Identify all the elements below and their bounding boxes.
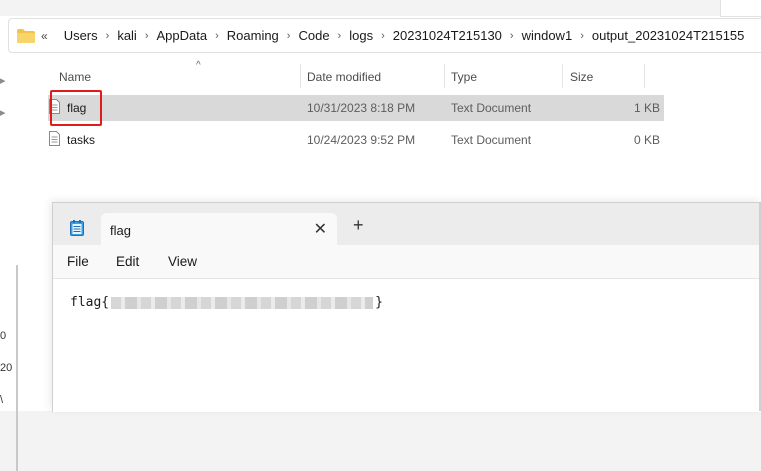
breadcrumb-overflow-icon[interactable]: « — [41, 29, 48, 43]
window-corner — [720, 0, 761, 17]
file-size: 1 KB — [633, 101, 660, 115]
notepad-window: flag ✕ + File Edit View flag{ } — [52, 202, 761, 412]
breadcrumb-kali[interactable]: kali — [117, 28, 137, 43]
chevron-right-icon[interactable]: › — [510, 30, 514, 42]
menu-file[interactable]: File — [67, 254, 89, 269]
file-type: Text Document — [451, 133, 532, 147]
redacted-text — [111, 296, 374, 309]
text-prefix: flag{ — [70, 295, 110, 310]
text-document-icon — [49, 131, 60, 146]
pin-icon[interactable]: ▸ — [0, 106, 6, 119]
navigation-pane: ▸ ▸ 0 20 \ — [0, 60, 24, 471]
address-bar[interactable]: « Users › kali › AppData › Roaming › Cod… — [8, 18, 761, 53]
explorer-top-strip — [0, 0, 761, 17]
menu-edit[interactable]: Edit — [116, 254, 139, 269]
breadcrumb-roaming[interactable]: Roaming — [227, 28, 279, 43]
column-header-name[interactable]: Name — [59, 70, 91, 84]
notepad-menubar: File Edit View — [53, 246, 761, 279]
file-date-modified: 10/24/2023 9:52 PM — [307, 133, 416, 147]
navigation-scrollbar[interactable] — [16, 265, 18, 471]
file-date-modified: 10/31/2023 8:18 PM — [307, 101, 416, 115]
sort-ascending-icon: ^ — [196, 60, 201, 71]
breadcrumb-session-folder[interactable]: 20231024T215130 — [393, 28, 502, 43]
nav-item-fragment[interactable]: 0 — [0, 330, 6, 342]
chevron-right-icon[interactable]: › — [145, 30, 149, 42]
text-content: flag{ } — [70, 295, 383, 310]
column-header-type[interactable]: Type — [451, 70, 477, 84]
nav-item-fragment[interactable]: \ — [0, 394, 3, 406]
column-header-row: ^ Name Date modified Type Size — [48, 60, 668, 90]
close-icon[interactable]: ✕ — [314, 219, 327, 239]
file-row-tasks[interactable]: tasks 10/24/2023 9:52 PM Text Document 0… — [48, 127, 664, 153]
chevron-right-icon[interactable]: › — [381, 30, 385, 42]
menu-view[interactable]: View — [168, 254, 197, 269]
chevron-right-icon[interactable]: › — [287, 30, 291, 42]
chevron-right-icon[interactable]: › — [580, 30, 584, 42]
column-divider[interactable] — [444, 64, 445, 88]
text-suffix: } — [375, 295, 383, 310]
file-size: 0 KB — [633, 133, 660, 147]
chevron-right-icon[interactable]: › — [338, 30, 342, 42]
chevron-right-icon[interactable]: › — [215, 30, 219, 42]
column-divider[interactable] — [562, 64, 563, 88]
notepad-titlebar[interactable]: flag ✕ + — [53, 203, 761, 246]
file-list: ^ Name Date modified Type Size flag 10/3… — [24, 60, 761, 200]
breadcrumb-output-folder[interactable]: output_20231024T215155 — [592, 28, 745, 43]
text-editor[interactable]: flag{ } — [53, 279, 761, 412]
column-header-date-modified[interactable]: Date modified — [307, 70, 381, 84]
breadcrumb-logs[interactable]: logs — [349, 28, 373, 43]
column-header-size[interactable]: Size — [570, 70, 593, 84]
file-type: Text Document — [451, 101, 532, 115]
tab-flag[interactable]: flag ✕ — [101, 213, 337, 246]
chevron-right-icon[interactable]: › — [106, 30, 110, 42]
breadcrumb-users[interactable]: Users — [64, 28, 98, 43]
annotation-highlight-box — [50, 90, 102, 126]
add-tab-icon[interactable]: + — [353, 216, 364, 234]
notepad-icon — [70, 220, 84, 236]
nav-item-fragment[interactable]: 20 — [0, 362, 12, 374]
folder-icon — [17, 28, 35, 43]
breadcrumb-window1[interactable]: window1 — [522, 28, 573, 43]
tab-title: flag — [110, 223, 131, 238]
file-name: tasks — [67, 133, 96, 147]
breadcrumb-code[interactable]: Code — [298, 28, 329, 43]
file-row-flag[interactable]: flag 10/31/2023 8:18 PM Text Document 1 … — [48, 95, 664, 121]
pin-icon[interactable]: ▸ — [0, 74, 6, 87]
breadcrumb-appdata[interactable]: AppData — [157, 28, 208, 43]
column-divider[interactable] — [644, 64, 645, 88]
column-divider[interactable] — [300, 64, 301, 88]
